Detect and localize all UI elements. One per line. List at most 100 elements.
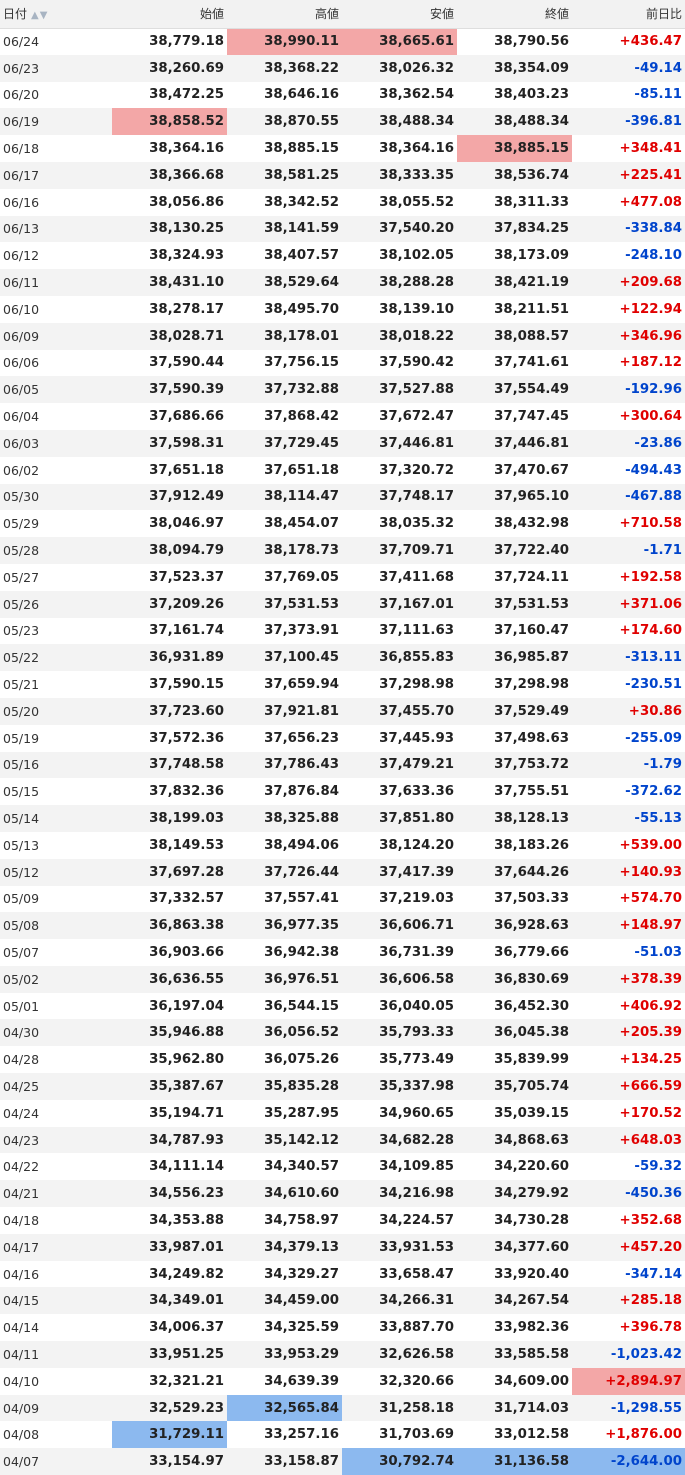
cell-change: +457.20: [619, 1239, 682, 1255]
cell-change: +477.08: [619, 194, 682, 210]
cell-open: 37,686.66: [149, 409, 224, 425]
table-row: 05/29 38,046.97 38,454.07 38,035.32 38,432.9…: [0, 510, 685, 537]
column-header-high-label: 高値: [314, 7, 339, 22]
cell-close: 34,730.28: [494, 1212, 569, 1228]
cell-date: 04/16: [3, 1266, 40, 1282]
cell-change: +348.41: [619, 141, 682, 157]
cell-open: 36,903.66: [149, 944, 224, 960]
cell-high: 38,495.70: [264, 301, 339, 317]
cell-high: 38,407.57: [264, 248, 339, 264]
cell-low: 37,298.98: [379, 677, 454, 693]
cell-low: 37,320.72: [379, 462, 454, 478]
cell-date: 06/04: [3, 409, 40, 425]
cell-high: 34,340.57: [264, 1159, 339, 1175]
cell-low: 37,748.17: [379, 489, 454, 505]
cell-open: 37,209.26: [149, 596, 224, 612]
cell-low: 38,364.16: [379, 141, 454, 157]
table-row: 04/22 34,111.14 34,340.57 34,109.85 34,220.6…: [0, 1153, 685, 1180]
cell-open: 34,787.93: [149, 1132, 224, 1148]
column-header-date[interactable]: 日付 ▲▼: [0, 0, 112, 29]
cell-change: +648.03: [619, 1132, 682, 1148]
cell-high: 32,565.84: [227, 1394, 342, 1422]
cell-high: 34,379.13: [264, 1239, 339, 1255]
column-header-change[interactable]: 前日比: [572, 0, 685, 29]
cell-open: 37,572.36: [149, 730, 224, 746]
cell-close: 34,868.63: [494, 1132, 569, 1148]
cell-high: 37,557.41: [264, 891, 339, 907]
cell-open: 34,111.14: [149, 1159, 224, 1175]
cell-open: 37,697.28: [149, 864, 224, 880]
cell-high: 37,373.91: [264, 623, 339, 639]
cell-high: 33,257.16: [264, 1427, 339, 1443]
cell-change: +170.52: [619, 1105, 682, 1121]
column-header-open-label: 始値: [199, 7, 224, 22]
cell-low: 36,855.83: [379, 650, 454, 666]
cell-close: 38,421.19: [494, 275, 569, 291]
table-row: 04/11 33,951.25 33,953.29 32,626.58 33,585.5…: [0, 1341, 685, 1368]
cell-low: 31,258.18: [379, 1400, 454, 1416]
cell-low: 34,682.28: [379, 1132, 454, 1148]
cell-low: 37,590.42: [379, 355, 454, 371]
cell-low: 37,445.93: [379, 730, 454, 746]
cell-low: 37,455.70: [379, 703, 454, 719]
cell-change: -59.32: [634, 1159, 682, 1175]
cell-open: 31,729.11: [112, 1421, 227, 1449]
cell-date: 05/29: [3, 516, 40, 532]
cell-date: 04/25: [3, 1078, 40, 1094]
cell-date: 05/23: [3, 623, 40, 639]
table-row: 05/23 37,161.74 37,373.91 37,111.63 37,160.4…: [0, 618, 685, 645]
cell-low: 37,479.21: [379, 757, 454, 773]
cell-low: 31,703.69: [379, 1427, 454, 1443]
cell-change: +30.86: [628, 703, 682, 719]
cell-close: 38,488.34: [494, 114, 569, 130]
cell-low: 38,139.10: [379, 301, 454, 317]
cell-high: 38,646.16: [264, 87, 339, 103]
cell-date: 05/08: [3, 918, 40, 934]
cell-high: 37,659.94: [264, 677, 339, 693]
table-row: 05/28 38,094.79 38,178.73 37,709.71 37,722.4…: [0, 537, 685, 564]
cell-low: 34,266.31: [379, 1293, 454, 1309]
column-header-low[interactable]: 安値: [342, 0, 457, 29]
table-row: 04/15 34,349.01 34,459.00 34,266.31 34,267.5…: [0, 1287, 685, 1315]
cell-change: -55.13: [634, 811, 682, 826]
table-row: 04/28 35,962.80 36,075.26 35,773.49 35,839.9…: [0, 1046, 685, 1073]
cell-change: +134.25: [619, 1052, 682, 1068]
column-header-open[interactable]: 始値: [112, 0, 227, 29]
cell-low: 38,333.35: [379, 167, 454, 183]
table-row: 05/15 37,832.36 37,876.84 37,633.36 37,755.5…: [0, 778, 685, 805]
cell-close: 34,279.92: [494, 1186, 569, 1202]
cell-open: 38,366.68: [149, 167, 224, 183]
column-header-close[interactable]: 終値: [457, 0, 572, 29]
cell-close: 37,446.81: [494, 435, 569, 451]
cell-low: 38,124.20: [379, 837, 454, 853]
cell-close: 37,755.51: [494, 784, 569, 800]
cell-date: 06/03: [3, 435, 40, 451]
cell-close: 37,747.45: [494, 409, 569, 425]
table-row: 06/16 38,056.86 38,342.52 38,055.52 38,311.3…: [0, 189, 685, 216]
cell-high: 37,726.44: [264, 864, 339, 880]
column-header-high[interactable]: 高値: [227, 0, 342, 29]
cell-change: +187.12: [619, 355, 682, 371]
cell-change: +378.39: [619, 971, 682, 987]
cell-change: +371.06: [619, 596, 682, 612]
cell-change: -1.79: [643, 757, 682, 773]
cell-close: 34,609.00: [494, 1373, 569, 1389]
cell-change: -230.51: [625, 677, 682, 693]
cell-close: 37,298.98: [494, 677, 569, 693]
table-row: 06/03 37,598.31 37,729.45 37,446.81 37,446.8…: [0, 429, 685, 457]
table-row: 05/27 37,523.37 37,769.05 37,411.68 37,724.1…: [0, 564, 685, 591]
cell-close: 38,173.09: [494, 248, 569, 264]
cell-low: 37,851.80: [379, 811, 454, 826]
cell-low: 38,488.34: [379, 114, 454, 130]
column-header-low-label: 安値: [429, 7, 454, 22]
cell-high: 37,786.43: [264, 757, 339, 773]
cell-open: 37,598.31: [149, 435, 224, 451]
cell-date: 06/10: [3, 301, 40, 317]
cell-close: 36,928.63: [494, 918, 569, 934]
cell-change: +396.78: [619, 1320, 682, 1336]
cell-high: 33,953.29: [264, 1346, 339, 1362]
cell-high: 37,876.84: [264, 784, 339, 800]
cell-close: 34,220.60: [494, 1159, 569, 1175]
cell-low: 37,672.47: [379, 409, 454, 425]
sort-arrows-icon[interactable]: ▲▼: [31, 10, 48, 21]
